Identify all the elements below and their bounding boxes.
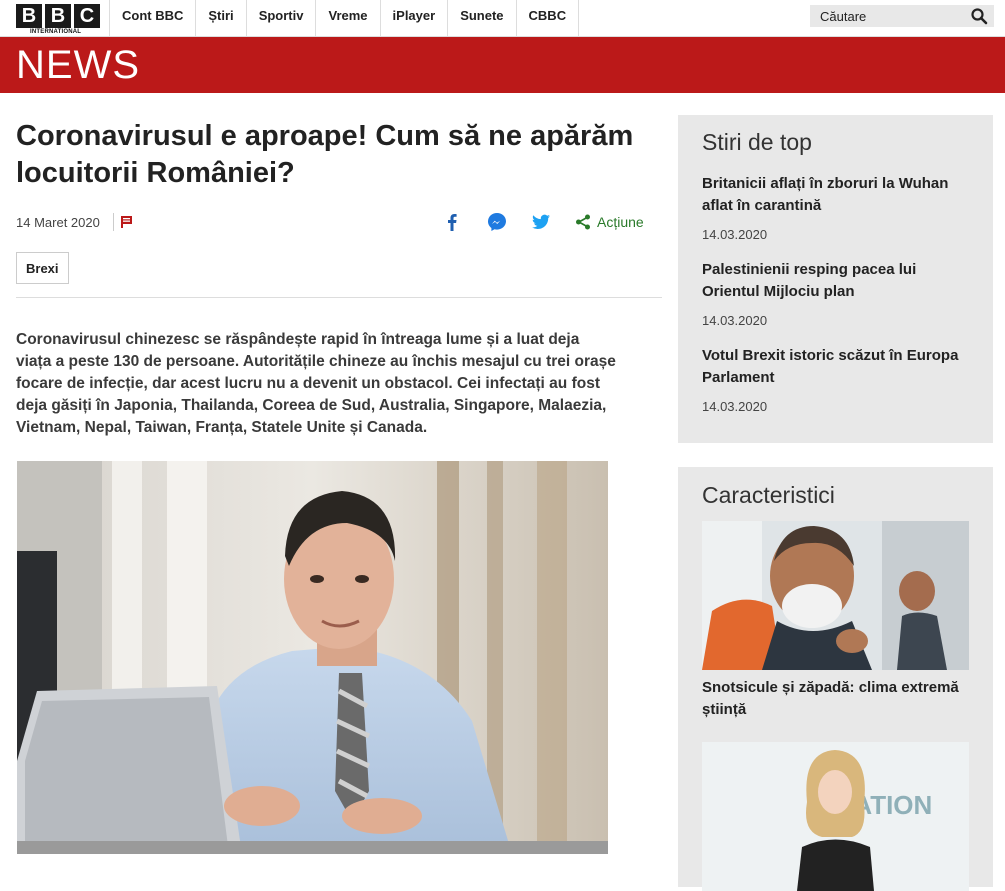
- top-stories-title: Stiri de top: [702, 129, 812, 155]
- top-story-date: 14.03.2020: [702, 313, 768, 328]
- article-lead: Coronavirusul chinezesc se răspândește r…: [16, 331, 616, 436]
- logo-letter: B: [16, 4, 42, 28]
- news-banner: NEWS: [0, 37, 1005, 93]
- feature-thumbnail[interactable]: [702, 521, 969, 670]
- logo-letter: C: [74, 4, 100, 28]
- article-photo: [17, 461, 608, 854]
- top-stories-panel: Stiri de top Britanicii aflați în zborur…: [678, 115, 993, 443]
- nav-item-cbbc[interactable]: CBBC: [515, 0, 580, 36]
- search-icon[interactable]: [970, 7, 988, 25]
- share-button[interactable]: Acțiune: [575, 212, 644, 232]
- top-story-link[interactable]: Votul Brexit istoric scăzut în Europa Pa…: [702, 345, 972, 389]
- article-date: 14 Maret 2020: [16, 215, 100, 230]
- nav-item-iplayer[interactable]: iPlayer: [379, 0, 448, 36]
- nav-menu: Cont BBC Știri Sportiv Vreme iPlayer Sun…: [109, 0, 580, 36]
- comment-flag-icon[interactable]: [120, 215, 134, 229]
- top-story-link[interactable]: Britanicii aflați în zboruri la Wuhan af…: [702, 173, 972, 217]
- features-title: Caracteristici: [702, 482, 835, 508]
- divider: [16, 297, 662, 298]
- top-story-link[interactable]: Palestinienii resping pacea lui Orientul…: [702, 259, 972, 303]
- share-label: Acțiune: [597, 214, 644, 230]
- search-input[interactable]: [810, 5, 960, 27]
- facebook-icon[interactable]: [444, 212, 460, 232]
- feature-link[interactable]: Snotsicule și zăpadă: clima extremă știi…: [702, 677, 972, 721]
- share-icon: [576, 214, 590, 230]
- news-section-title[interactable]: NEWS: [16, 43, 140, 87]
- feature-thumbnail[interactable]: S CATION: [702, 742, 969, 891]
- nav-item-sounds[interactable]: Sunete: [447, 0, 515, 36]
- nav-item-sport[interactable]: Sportiv: [245, 0, 316, 36]
- divider: [113, 213, 114, 231]
- top-nav: B B C INTERNATIONAL Cont BBC Știri Sport…: [0, 0, 1005, 37]
- top-story-date: 14.03.2020: [702, 227, 768, 242]
- logo-letter: B: [45, 4, 71, 28]
- nav-item-account[interactable]: Cont BBC: [109, 0, 195, 36]
- top-story-date: 14.03.2020: [702, 399, 768, 414]
- nav-item-news[interactable]: Știri: [195, 0, 245, 36]
- logo-subtitle: INTERNATIONAL: [30, 29, 82, 35]
- bbc-logo[interactable]: B B C INTERNATIONAL: [16, 4, 100, 35]
- article-headline: Coronavirusul e aproape! Cum să ne apără…: [16, 120, 634, 189]
- messenger-icon[interactable]: [487, 212, 507, 232]
- nav-item-weather[interactable]: Vreme: [315, 0, 379, 36]
- twitter-icon[interactable]: [531, 212, 551, 232]
- topic-tag[interactable]: Brexi: [16, 252, 69, 284]
- features-panel: Caracteristici Snotsicule și zăpadă: cli…: [678, 467, 993, 891]
- search-box: [810, 5, 994, 27]
